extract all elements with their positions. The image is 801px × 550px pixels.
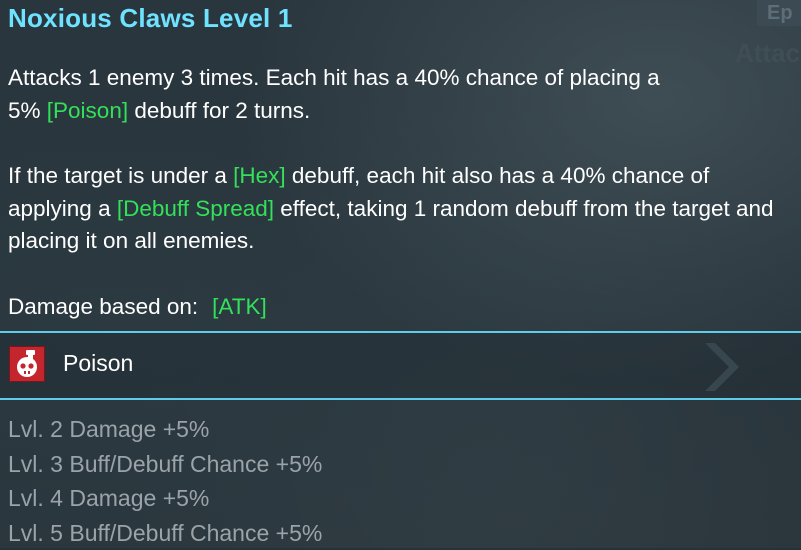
skill-description: Attacks 1 enemy 3 times. Each hit has a … — [8, 62, 793, 323]
keyword-poison[interactable]: [Poison] — [47, 98, 128, 123]
upgrade-item: Lvl. 3 Buff/Debuff Chance +5% — [8, 447, 322, 482]
effect-label: Poison — [63, 350, 133, 377]
damage-stat-keyword[interactable]: [ATK] — [212, 294, 267, 319]
description-paragraph-2: If the target is under a [Hex] debuff, e… — [8, 160, 793, 258]
skill-tooltip: Noxious Claws Level 1 Attacks 1 enemy 3 … — [0, 0, 801, 548]
description-text: If the target is under a — [8, 163, 233, 188]
effect-row-poison[interactable]: Poison — [0, 333, 801, 398]
keyword-debuff-spread[interactable]: [Debuff Spread] — [117, 196, 274, 221]
poison-skull-flask-icon — [9, 346, 45, 382]
damage-based-on-label: Damage based on: — [8, 294, 198, 319]
skill-title: Noxious Claws Level 1 — [8, 3, 293, 34]
level-upgrades-list: Lvl. 2 Damage +5% Lvl. 3 Buff/Debuff Cha… — [8, 412, 322, 550]
damage-based-on: Damage based on: [ATK] — [8, 291, 793, 324]
upgrade-item: Lvl. 5 Buff/Debuff Chance +5% — [8, 516, 322, 550]
upgrade-item: Lvl. 4 Damage +5% — [8, 481, 322, 516]
keyword-hex[interactable]: [Hex] — [233, 163, 286, 188]
chevron-right-icon — [695, 339, 751, 395]
description-text: Attacks 1 enemy 3 times. Each hit has a … — [8, 65, 660, 90]
description-text: 5% — [8, 98, 47, 123]
upgrade-item: Lvl. 2 Damage +5% — [8, 412, 322, 447]
divider-bottom — [0, 398, 801, 400]
description-paragraph-1: Attacks 1 enemy 3 times. Each hit has a … — [8, 62, 793, 127]
description-text: debuff for 2 turns. — [128, 98, 310, 123]
